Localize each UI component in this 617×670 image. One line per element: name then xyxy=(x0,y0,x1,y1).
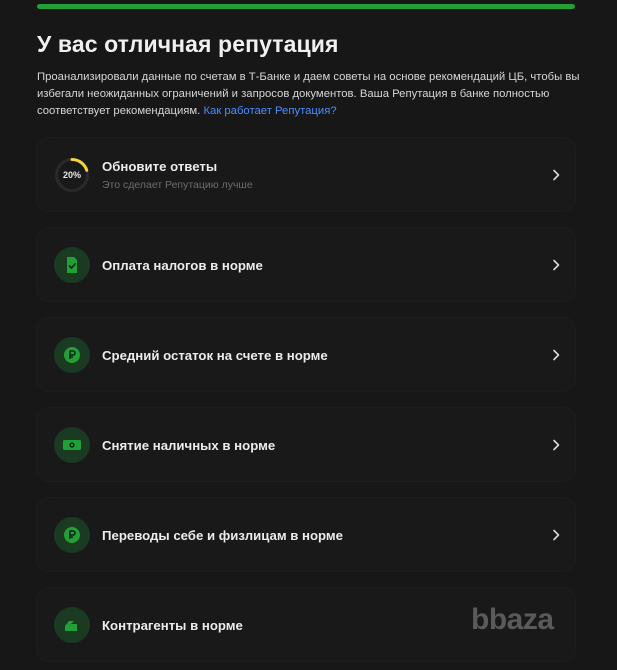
top-progress-fill xyxy=(37,4,575,9)
ruble-coin-icon xyxy=(54,516,90,553)
card-title: Контрагенты в норме xyxy=(102,618,243,633)
counterparty-handshake-icon xyxy=(54,606,90,643)
card-update-answers[interactable]: 20% Обновите ответы Это сделает Репутаци… xyxy=(37,138,575,211)
ruble-coin-icon xyxy=(54,336,90,373)
watermark: bbaza xyxy=(471,603,554,636)
card-cash-withdrawal[interactable]: Снятие наличных в норме xyxy=(37,408,575,481)
card-title: Оплата налогов в норме xyxy=(102,258,263,273)
card-taxes[interactable]: Оплата налогов в норме xyxy=(37,228,575,301)
card-transfers[interactable]: Переводы себе и физлицам в норме xyxy=(37,498,575,571)
chevron-right-icon xyxy=(553,169,560,180)
chevron-right-icon xyxy=(553,439,560,450)
card-title: Средний остаток на счете в норме xyxy=(102,348,328,363)
page-title: У вас отличная репутация xyxy=(37,31,339,57)
how-reputation-works-link[interactable]: Как работает Репутация? xyxy=(203,105,336,117)
card-title: Снятие наличных в норме xyxy=(102,438,276,453)
progress-percent: 20% xyxy=(62,169,81,180)
card-title: Обновите ответы xyxy=(102,159,218,174)
card-title: Переводы себе и физлицам в норме xyxy=(102,528,344,543)
chevron-right-icon xyxy=(553,259,560,270)
intro-text: Проанализировали данные по счетам в Т‑Ба… xyxy=(37,69,582,120)
card-average-balance[interactable]: Средний остаток на счете в норме xyxy=(37,318,575,391)
card-subtitle: Это сделает Репутацию лучше xyxy=(102,179,253,191)
top-progress-bar xyxy=(37,4,575,9)
chevron-right-icon xyxy=(553,349,560,360)
chevron-right-icon xyxy=(553,529,560,540)
cash-banknote-icon xyxy=(54,426,90,463)
tax-document-icon xyxy=(54,246,90,283)
